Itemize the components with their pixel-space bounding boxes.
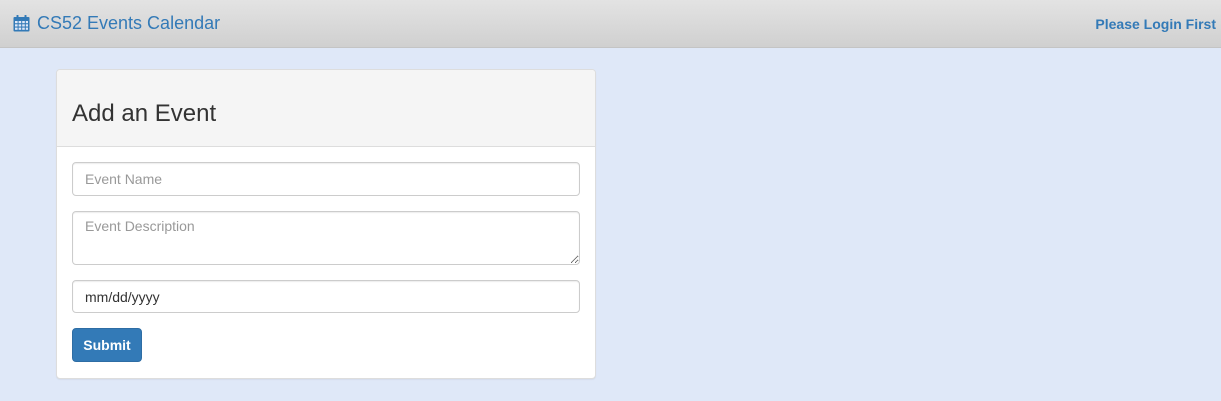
panel-heading: Add an Event [57,70,595,147]
event-description-input[interactable] [72,211,580,265]
submit-button[interactable]: Submit [72,328,142,362]
calendar-icon [13,15,30,32]
panel-title: Add an Event [72,100,217,127]
brand-link[interactable]: CS52 Events Calendar [13,13,220,34]
top-navbar: CS52 Events Calendar Please Login First [0,0,1221,48]
brand-label: CS52 Events Calendar [37,13,221,33]
add-event-panel: Add an Event Submit [56,69,596,379]
login-link[interactable]: Please Login First [1095,16,1216,32]
event-date-input[interactable] [72,280,580,313]
event-name-input[interactable] [72,162,580,196]
